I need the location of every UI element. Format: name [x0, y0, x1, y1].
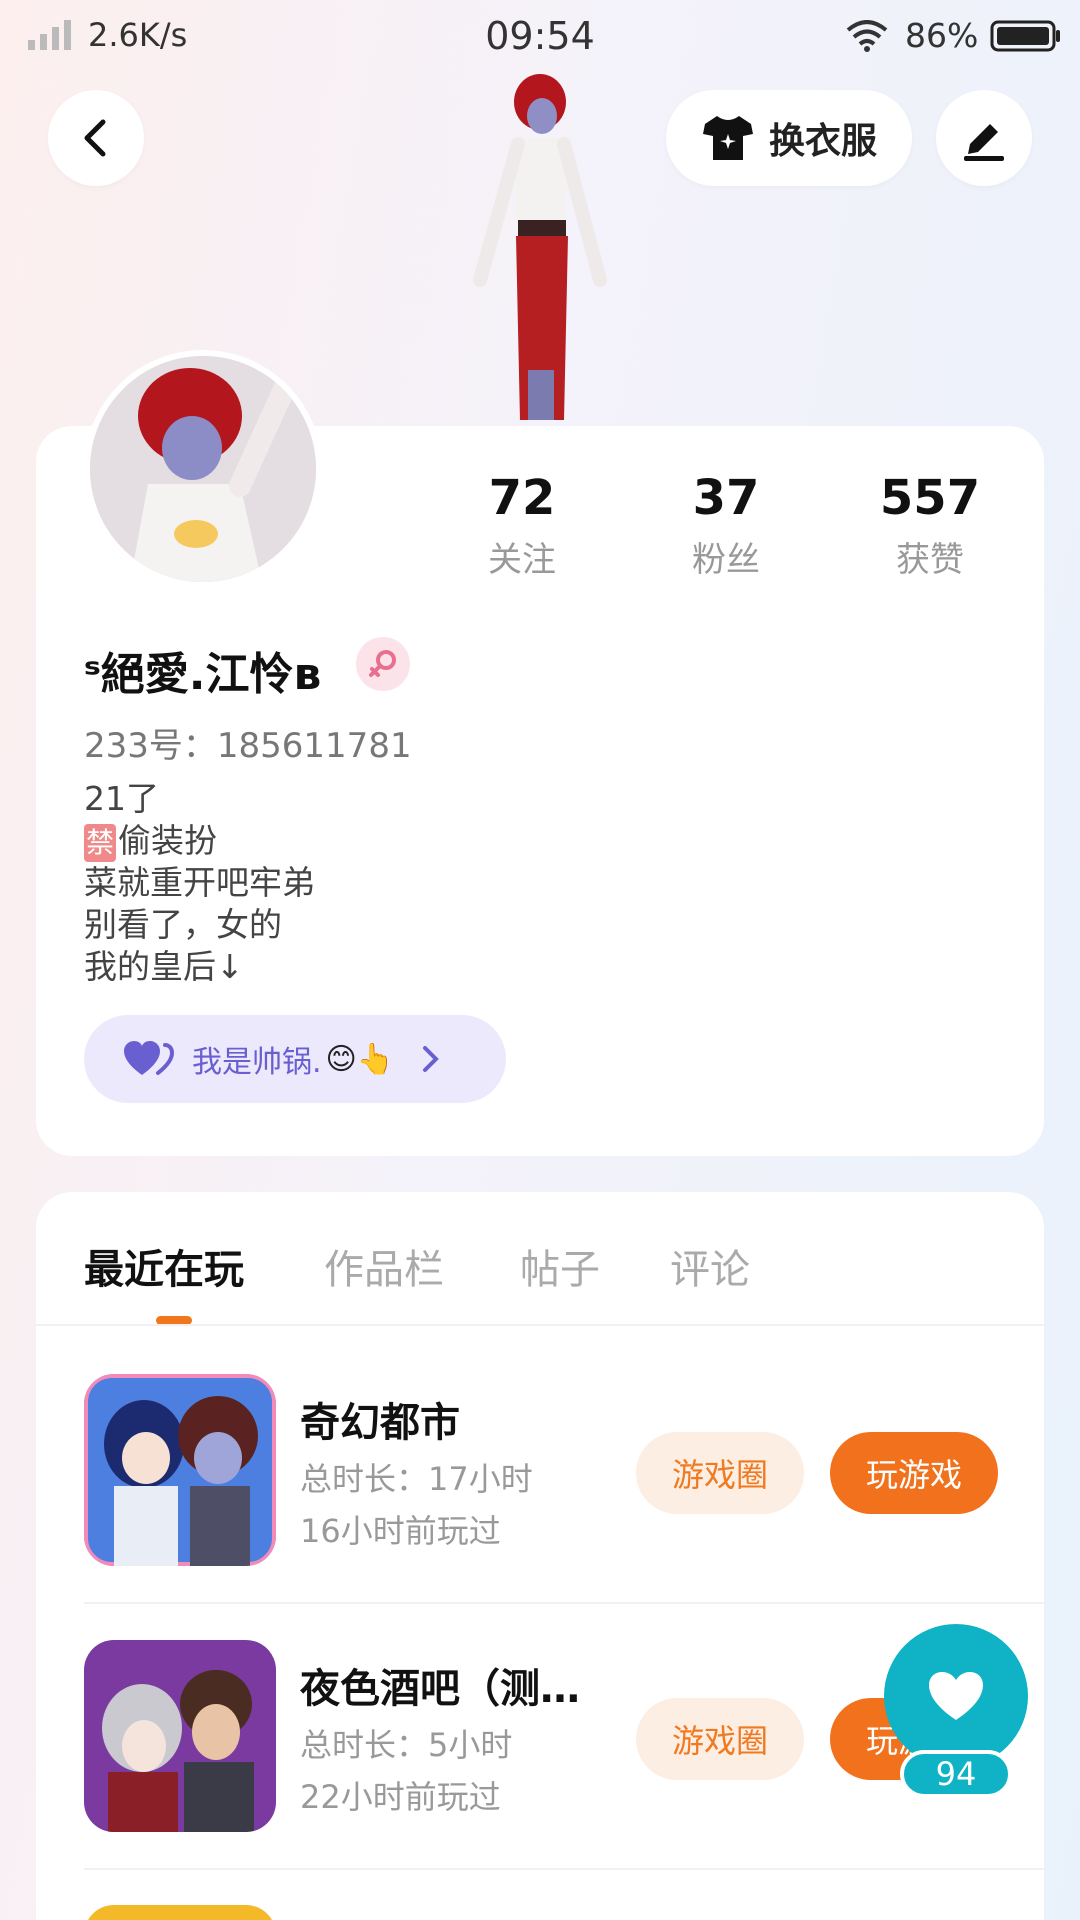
- bio-line: 我的皇后↓: [84, 947, 244, 986]
- likes-label: 获赞: [896, 540, 964, 580]
- change-outfit-label: 换衣服: [768, 121, 877, 162]
- female-icon: [369, 650, 396, 677]
- tab-recent[interactable]: 最近在玩: [84, 1237, 244, 1295]
- stats-row: 72 关注 37 粉丝 557 获赞: [0, 470, 1080, 590]
- game-duration: 总时长：17小时: [300, 1460, 533, 1498]
- game-circle-button[interactable]: 游戏圈: [636, 1432, 804, 1514]
- status-bar: 2.6K/s 09:54 86%: [0, 0, 1080, 75]
- game-icon[interactable]: [84, 1374, 276, 1566]
- following-label: 关注: [488, 540, 556, 580]
- like-fab[interactable]: [884, 1624, 1028, 1768]
- chevron-right-icon: [423, 1046, 440, 1072]
- content-card: 最近在玩 作品栏 帖子 评论 奇幻都市 总时长：17小时 16小时前玩过 游戏圈…: [36, 1192, 1044, 1920]
- bio-line: 21了: [84, 779, 159, 818]
- followers-count: 37: [692, 470, 760, 526]
- divider: [84, 1602, 1044, 1604]
- game-row[interactable]: 奇幻都市 总时长：17小时 16小时前玩过 游戏圈 玩游戏: [84, 1374, 1044, 1624]
- pen-icon: [964, 124, 1004, 161]
- like-count: 94: [900, 1750, 1012, 1798]
- back-icon: [84, 119, 106, 157]
- back-button[interactable]: [48, 90, 144, 186]
- game-cover-image: [84, 1374, 276, 1566]
- shirt-icon: [702, 116, 753, 160]
- game-cover-image: [84, 1640, 276, 1832]
- game-icon[interactable]: [84, 1905, 276, 1920]
- game-icon[interactable]: [84, 1640, 276, 1832]
- edit-profile-button[interactable]: [936, 90, 1032, 186]
- heart-icon: [929, 1672, 983, 1720]
- stat-followers[interactable]: 37 粉丝: [626, 470, 826, 581]
- game-circle-button[interactable]: 游戏圈: [636, 1698, 804, 1780]
- battery-percent: 86%: [905, 16, 979, 55]
- game-duration: 总时长：5小时: [300, 1726, 513, 1764]
- tab-comments[interactable]: 评论: [670, 1237, 750, 1295]
- followers-label: 粉丝: [692, 540, 760, 580]
- likes-count: 557: [879, 470, 981, 526]
- heart-icon: [124, 1041, 174, 1075]
- user-id: 233号：185611781: [84, 726, 412, 766]
- character-model[interactable]: [440, 70, 640, 430]
- partner-name: 我是帅锅.: [192, 1045, 322, 1080]
- divider: [84, 1868, 1044, 1870]
- following-count: 72: [488, 470, 556, 526]
- change-outfit-button[interactable]: 换衣服: [666, 90, 912, 186]
- bio-line: 菜就重开吧牢弟: [84, 863, 315, 902]
- game-last-played: 16小时前玩过: [300, 1512, 501, 1550]
- bio-line-text: 偷装扮: [118, 821, 218, 860]
- wifi-icon: [846, 20, 888, 52]
- ban-tag: 禁: [84, 824, 117, 862]
- tab-posts[interactable]: 帖子: [520, 1237, 600, 1295]
- stat-likes[interactable]: 557 获赞: [830, 470, 1030, 581]
- stat-following[interactable]: 72 关注: [422, 470, 622, 581]
- tab-works[interactable]: 作品栏: [324, 1237, 444, 1295]
- divider: [36, 1324, 1044, 1326]
- partner-pill[interactable]: 我是帅锅. 😊👆: [84, 1015, 506, 1103]
- game-last-played: 22小时前玩过: [300, 1778, 501, 1816]
- bio-line: 禁偷装扮: [84, 820, 315, 862]
- bio-line: 别看了，女的: [84, 905, 282, 944]
- battery-icon: [990, 20, 1060, 52]
- bio: 21了 禁偷装扮 菜就重开吧牢弟 别看了，女的 我的皇后↓: [84, 778, 315, 988]
- nickname: ˢ絕愛.江怜ʙ: [84, 649, 322, 700]
- play-game-button[interactable]: 玩游戏: [830, 1432, 998, 1514]
- gender-badge: [356, 637, 410, 691]
- partner-emoji: 😊👆: [325, 1041, 395, 1077]
- game-title: 夜色酒吧（测…: [300, 1666, 580, 1712]
- game-title: 奇幻都市: [300, 1400, 460, 1446]
